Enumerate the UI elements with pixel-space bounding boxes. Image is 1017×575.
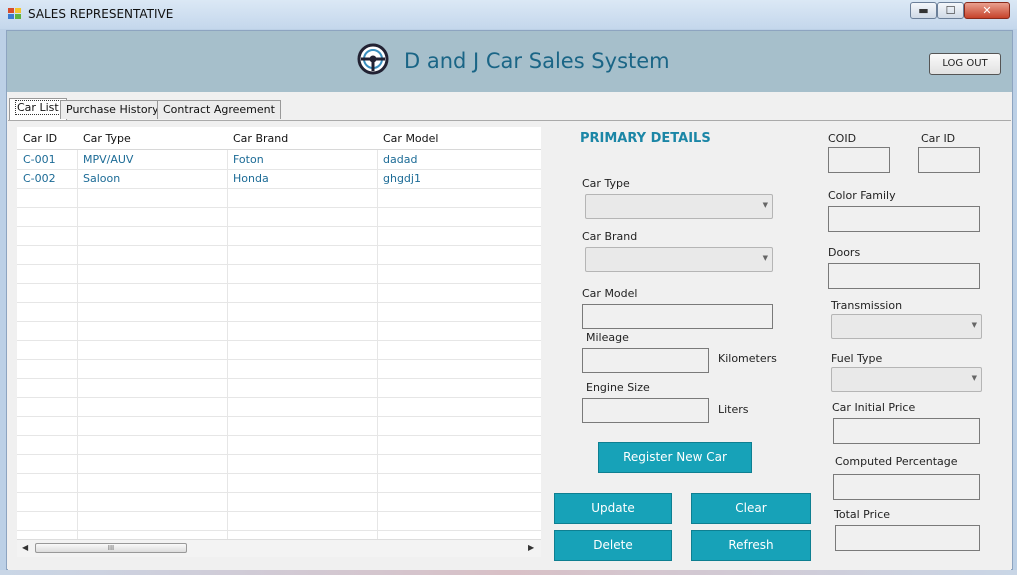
chevron-down-icon: ▼ (971, 374, 977, 382)
car-id-label: Car ID (921, 132, 956, 145)
refresh-button[interactable]: Refresh (691, 530, 811, 561)
car-model-label: Car Model (582, 287, 638, 300)
column-header-car-id[interactable]: Car ID (23, 132, 57, 145)
client-area: D and J Car Sales System LOG OUT Car Lis… (6, 30, 1013, 570)
coid-label: COID (828, 132, 857, 145)
app-window: SALES REPRESENTATIVE ▬ ☐ ✕ D and J Car S… (0, 0, 1017, 575)
cell-car-brand: Honda (233, 172, 269, 185)
column-header-car-brand[interactable]: Car Brand (233, 132, 288, 145)
tab-page-car-list: Car ID Car Type Car Brand Car Model C-00… (8, 120, 1011, 570)
tab-label: Car List (15, 100, 61, 115)
cell-car-id: C-002 (23, 172, 56, 185)
computed-percentage-label: Computed Percentage (835, 455, 958, 468)
app-header: D and J Car Sales System LOG OUT (7, 31, 1012, 92)
doors-label: Doors (828, 246, 861, 259)
column-header-car-model[interactable]: Car Model (383, 132, 438, 145)
desktop-background (0, 570, 1017, 575)
computed-percentage-field[interactable] (833, 474, 980, 500)
transmission-select[interactable]: ▼ (831, 314, 982, 339)
car-model-field[interactable] (582, 304, 773, 329)
engine-size-field[interactable] (582, 398, 709, 423)
logout-button[interactable]: LOG OUT (929, 53, 1001, 75)
maximize-button[interactable]: ☐ (937, 2, 964, 19)
total-price-label: Total Price (834, 508, 891, 521)
register-new-car-button[interactable]: Register New Car (598, 442, 752, 473)
car-brand-select[interactable]: ▼ (585, 247, 773, 272)
tab-contract-agreement[interactable]: Contract Agreement (157, 100, 281, 119)
table-row[interactable]: C-001 MPV/AUV Foton dadad (17, 151, 541, 170)
scroll-right-icon[interactable]: ▶ (528, 544, 536, 552)
app-icon (8, 8, 22, 20)
mileage-label: Mileage (586, 331, 629, 344)
steering-wheel-icon (357, 43, 389, 75)
engine-size-label: Engine Size (586, 381, 650, 394)
fuel-type-select[interactable]: ▼ (831, 367, 982, 392)
scroll-left-icon[interactable]: ◀ (22, 544, 30, 552)
delete-button[interactable]: Delete (554, 530, 672, 561)
coid-field[interactable] (828, 147, 890, 173)
total-price-field[interactable] (835, 525, 980, 551)
tab-purchase-history[interactable]: Purchase History (60, 100, 165, 119)
cell-car-brand: Foton (233, 153, 264, 166)
engine-unit-label: Liters (718, 403, 749, 416)
tab-strip: Car List Purchase History Contract Agree… (7, 98, 1012, 120)
color-family-label: Color Family (828, 189, 896, 202)
car-type-select[interactable]: ▼ (585, 194, 773, 219)
cell-car-model: dadad (383, 153, 418, 166)
cell-car-type: MPV/AUV (83, 153, 134, 166)
minimize-button[interactable]: ▬ (910, 2, 937, 19)
mileage-unit-label: Kilometers (718, 352, 777, 365)
car-type-label: Car Type (582, 177, 630, 190)
car-list-grid[interactable]: Car ID Car Type Car Brand Car Model C-00… (17, 127, 541, 557)
chevron-down-icon: ▼ (971, 321, 977, 329)
clear-button[interactable]: Clear (691, 493, 811, 524)
color-family-field[interactable] (828, 206, 980, 232)
close-button[interactable]: ✕ (964, 2, 1010, 19)
cell-car-model: ghgdj1 (383, 172, 421, 185)
initial-price-label: Car Initial Price (832, 401, 916, 414)
title-bar: SALES REPRESENTATIVE ▬ ☐ ✕ (0, 0, 1017, 29)
grid-header: Car ID Car Type Car Brand Car Model (17, 127, 541, 149)
chevron-down-icon: ▼ (762, 254, 768, 262)
window-title: SALES REPRESENTATIVE (28, 7, 174, 21)
column-header-car-type[interactable]: Car Type (83, 132, 131, 145)
car-brand-label: Car Brand (582, 230, 638, 243)
primary-details-title: PRIMARY DETAILS (580, 131, 711, 146)
horizontal-scrollbar[interactable]: ◀ III ▶ (17, 539, 541, 557)
mileage-field[interactable] (582, 348, 709, 373)
table-row[interactable]: C-002 Saloon Honda ghgdj1 (17, 170, 541, 189)
scroll-thumb[interactable]: III (35, 543, 187, 553)
cell-car-type: Saloon (83, 172, 121, 185)
car-id-field[interactable] (918, 147, 980, 173)
tab-car-list[interactable]: Car List (9, 98, 67, 120)
transmission-label: Transmission (831, 299, 903, 312)
chevron-down-icon: ▼ (762, 201, 768, 209)
initial-price-field[interactable] (833, 418, 980, 444)
app-title: D and J Car Sales System (404, 49, 670, 73)
cell-car-id: C-001 (23, 153, 56, 166)
update-button[interactable]: Update (554, 493, 672, 524)
fuel-type-label: Fuel Type (831, 352, 883, 365)
doors-field[interactable] (828, 263, 980, 289)
